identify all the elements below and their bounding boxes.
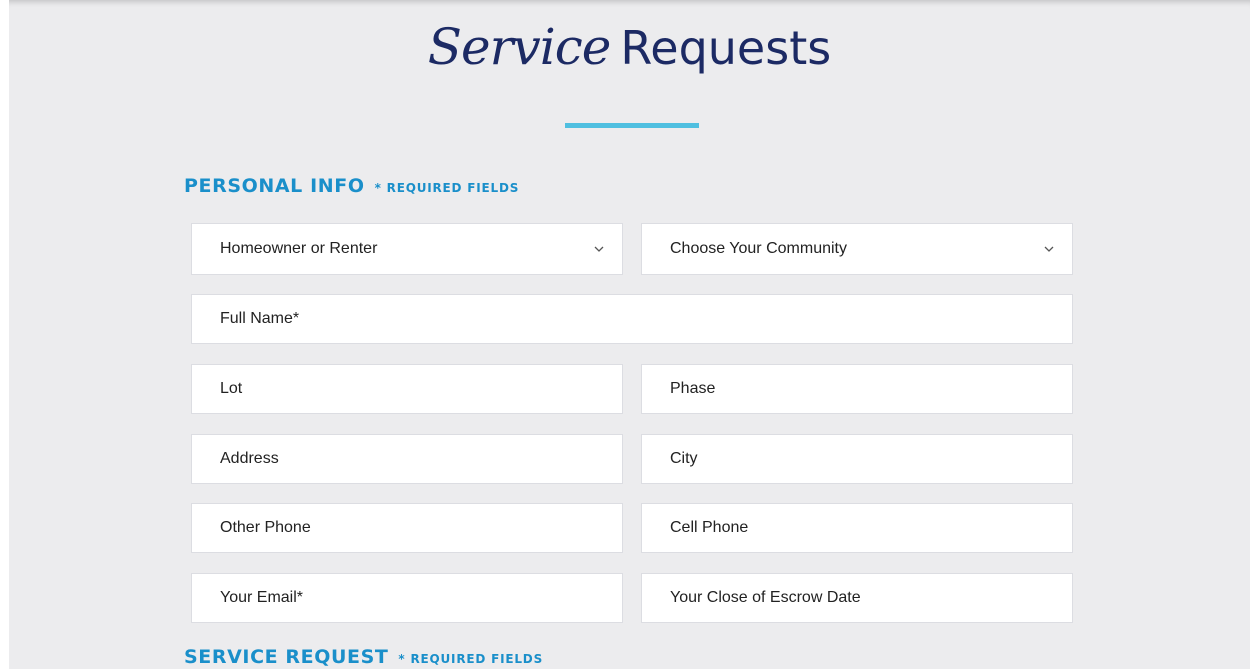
service-request-title: SERVICE REQUEST	[184, 646, 389, 668]
email-field[interactable]	[192, 574, 622, 622]
phase-field-wrapper	[641, 364, 1073, 414]
title-underline	[565, 123, 699, 128]
full-name-field-wrapper	[191, 294, 1073, 344]
address-field[interactable]	[192, 435, 622, 483]
address-field-wrapper	[191, 434, 623, 484]
lot-field-wrapper	[191, 364, 623, 414]
email-field-wrapper	[191, 573, 623, 623]
city-field-wrapper	[641, 434, 1073, 484]
community-select-value[interactable]: Choose Your Community	[642, 224, 1072, 274]
service-request-heading: SERVICE REQUEST * REQUIRED FIELDS	[184, 646, 543, 668]
cell-phone-field[interactable]	[642, 504, 1072, 552]
page-title-plain: Requests	[620, 21, 832, 75]
cell-phone-field-wrapper	[641, 503, 1073, 553]
city-field[interactable]	[642, 435, 1072, 483]
page-title-script: Service	[427, 18, 612, 76]
page-title: Service Requests	[9, 18, 1250, 76]
other-phone-field[interactable]	[192, 504, 622, 552]
lot-field[interactable]	[192, 365, 622, 413]
homeowner-or-renter-select[interactable]: Homeowner or Renter	[191, 223, 623, 275]
other-phone-field-wrapper	[191, 503, 623, 553]
service-request-page: Service Requests PERSONAL INFO * REQUIRED …	[9, 0, 1250, 669]
personal-info-heading: PERSONAL INFO * REQUIRED FIELDS	[184, 175, 519, 197]
personal-info-title: PERSONAL INFO	[184, 175, 365, 197]
escrow-date-field[interactable]	[642, 574, 1072, 622]
service-request-required-note: * REQUIRED FIELDS	[398, 652, 544, 666]
escrow-date-field-wrapper	[641, 573, 1073, 623]
full-name-field[interactable]	[192, 295, 1072, 343]
homeowner-select-value[interactable]: Homeowner or Renter	[192, 224, 622, 274]
chevron-down-icon[interactable]	[594, 244, 604, 254]
chevron-down-icon[interactable]	[1044, 244, 1054, 254]
personal-info-required-note: * REQUIRED FIELDS	[374, 181, 520, 195]
phase-field[interactable]	[642, 365, 1072, 413]
community-select[interactable]: Choose Your Community	[641, 223, 1073, 275]
